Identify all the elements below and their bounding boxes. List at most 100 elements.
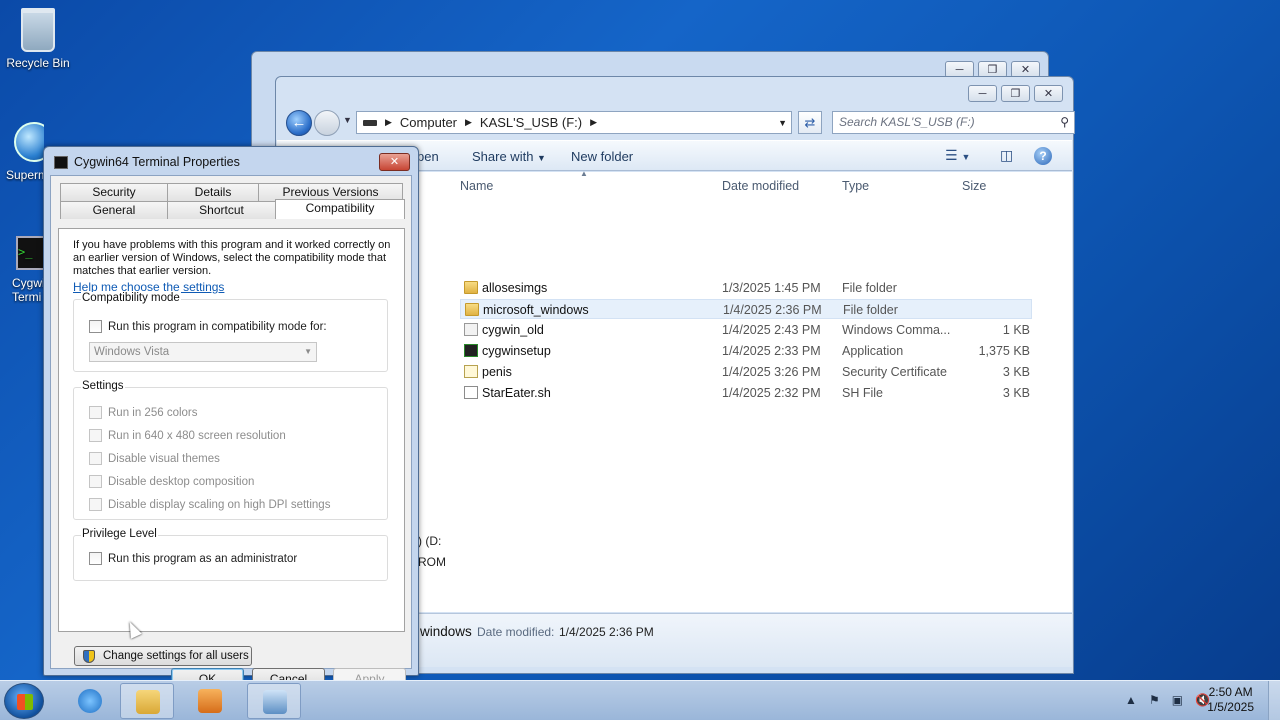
- run-as-admin-checkbox[interactable]: Run this program as an administrator: [89, 552, 297, 565]
- help-icon[interactable]: ?: [1034, 147, 1052, 165]
- tab-details[interactable]: Details: [167, 183, 259, 201]
- preview-pane-icon[interactable]: ◫: [1000, 147, 1013, 164]
- maximize-icon[interactable]: ❐: [1001, 85, 1030, 102]
- compatibility-mode-checkbox[interactable]: Run this program in compatibility mode f…: [89, 320, 327, 333]
- checkbox-icon: [89, 498, 102, 511]
- refresh-icon[interactable]: ⇄: [798, 111, 822, 134]
- checkbox-icon: [89, 452, 102, 465]
- checkbox-label: Run in 256 colors: [108, 406, 198, 419]
- file-row[interactable]: penis 1/4/2025 3:26 PM Security Certific…: [460, 362, 1032, 382]
- select-value: Windows Vista: [94, 346, 170, 358]
- setting-checkbox-visual-themes[interactable]: Disable visual themes: [89, 452, 220, 465]
- file-size: 1 KB: [1002, 323, 1030, 337]
- new-folder-button[interactable]: New folder: [571, 149, 633, 164]
- breadcrumb-computer[interactable]: Computer: [400, 115, 457, 130]
- checkbox-label: Disable visual themes: [108, 452, 220, 465]
- properties-dialog[interactable]: Cygwin64 Terminal Properties ✕ Security …: [43, 146, 419, 690]
- taskbar-media-player[interactable]: [183, 683, 237, 719]
- forward-arrow-icon[interactable]: [314, 110, 340, 136]
- file-row[interactable]: allosesimgs 1/3/2025 1:45 PM File folder: [460, 278, 1032, 298]
- dialog-title: Cygwin64 Terminal Properties: [74, 155, 240, 169]
- minimize-icon[interactable]: ─: [968, 85, 997, 102]
- tab-security[interactable]: Security: [60, 183, 168, 201]
- close-icon[interactable]: ✕: [379, 153, 410, 171]
- start-button[interactable]: [4, 683, 44, 719]
- show-desktop-button[interactable]: [1268, 681, 1280, 720]
- details-value: 1/4/2025 2:36 PM: [559, 625, 654, 639]
- terminal-icon: >_: [16, 236, 44, 270]
- system-tray: ▲ ⚑ ▣ 🔇: [1125, 693, 1210, 707]
- tab-general[interactable]: General: [60, 201, 168, 219]
- recycle-bin-icon: [21, 8, 55, 52]
- address-bar[interactable]: ▶ Computer ▶ KASL'S_USB (F:) ▶ ▼: [356, 111, 792, 134]
- tab-compatibility[interactable]: Compatibility: [275, 199, 405, 219]
- share-with-label: Share with: [472, 149, 534, 164]
- file-type: File folder: [843, 303, 898, 317]
- file-size: 3 KB: [1002, 365, 1030, 379]
- action-center-flag-icon[interactable]: ⚑: [1149, 693, 1160, 707]
- nav-pane-item-rom[interactable]: ROM: [418, 555, 446, 569]
- desktop-icon-cygwin[interactable]: >_ Cygwi Termi: [0, 236, 44, 304]
- file-row[interactable]: cygwinsetup 1/4/2025 2:33 PM Application…: [460, 341, 1032, 361]
- internet-explorer-icon: [78, 689, 102, 713]
- address-row: ← ▼ ▶ Computer ▶ KASL'S_USB (F:) ▶ ▼ ⇄ S…: [284, 109, 1075, 136]
- column-header-name[interactable]: Name: [460, 179, 493, 193]
- sort-ascending-icon: ▲: [580, 169, 588, 178]
- file-type: Windows Comma...: [842, 323, 951, 337]
- back-arrow-icon[interactable]: ←: [286, 110, 312, 136]
- checkbox-label: Disable desktop composition: [108, 475, 255, 488]
- recent-pages-dropdown-icon[interactable]: ▼: [343, 115, 352, 125]
- certificate-icon: [464, 365, 478, 378]
- change-settings-all-users-button[interactable]: Change settings for all users: [74, 646, 252, 666]
- share-with-button[interactable]: Share with ▼: [472, 149, 546, 164]
- open-button[interactable]: pen: [417, 149, 439, 164]
- address-dropdown-icon[interactable]: ▼: [778, 118, 787, 128]
- nav-pane-item-drive[interactable]: ) (D:: [418, 534, 441, 548]
- view-options-icon[interactable]: ☰ ▼: [945, 147, 970, 164]
- breadcrumb-separator-icon[interactable]: ▶: [590, 117, 597, 128]
- properties-window-icon: [263, 690, 287, 714]
- taskbar-clock[interactable]: 2:50 AM 1/5/2025: [1207, 685, 1254, 715]
- column-header-date[interactable]: Date modified: [722, 179, 799, 193]
- network-icon[interactable]: ▣: [1172, 693, 1183, 707]
- file-icon: [464, 386, 478, 399]
- file-row[interactable]: StarEater.sh 1/4/2025 2:32 PM SH File 3 …: [460, 383, 1032, 403]
- windows-logo-icon: [17, 694, 33, 710]
- desktop-icon-superm[interactable]: Superm: [0, 122, 44, 182]
- file-row-selected[interactable]: microsoft_windows 1/4/2025 2:36 PM File …: [460, 299, 1032, 319]
- file-name: cygwinsetup: [482, 344, 551, 358]
- breadcrumb-separator-icon[interactable]: ▶: [385, 117, 392, 128]
- taskbar-control-panel[interactable]: [247, 683, 301, 719]
- chevron-down-icon: ▼: [537, 153, 546, 163]
- desktop-icon-label: Cygwi: [12, 276, 44, 290]
- show-hidden-icons-icon[interactable]: ▲: [1125, 693, 1137, 707]
- uac-shield-icon: [83, 650, 95, 663]
- file-date: 1/3/2025 1:45 PM: [722, 281, 821, 295]
- window-caption-buttons: ─ ❐ ✕: [968, 85, 1063, 102]
- column-header-size[interactable]: Size: [962, 179, 986, 193]
- desktop-icon-recycle-bin[interactable]: Recycle Bin: [0, 8, 76, 70]
- setting-checkbox-dpi-scaling[interactable]: Disable display scaling on high DPI sett…: [89, 498, 330, 511]
- compatibility-os-select[interactable]: Windows Vista ▼: [89, 342, 317, 362]
- group-label: Privilege Level: [81, 528, 158, 540]
- file-size: 3 KB: [1002, 386, 1030, 400]
- file-row[interactable]: cygwin_old 1/4/2025 2:43 PM Windows Comm…: [460, 320, 1032, 340]
- column-header-type[interactable]: Type: [842, 179, 869, 193]
- taskbar-windows-explorer[interactable]: [120, 683, 174, 719]
- setting-checkbox-256-colors[interactable]: Run in 256 colors: [89, 406, 198, 419]
- details-item-name: windows: [420, 624, 472, 639]
- breadcrumb-drive[interactable]: KASL'S_USB (F:): [480, 115, 582, 130]
- checkbox-label: Run this program in compatibility mode f…: [108, 320, 327, 333]
- taskbar-internet-explorer[interactable]: [63, 683, 117, 719]
- desktop-icon-label: Superm: [6, 168, 44, 182]
- breadcrumb-separator-icon[interactable]: ▶: [465, 117, 472, 128]
- setting-checkbox-640x480[interactable]: Run in 640 x 480 screen resolution: [89, 429, 286, 442]
- setting-checkbox-desktop-composition[interactable]: Disable desktop composition: [89, 475, 254, 488]
- search-input[interactable]: Search KASL'S_USB (F:) ⚲: [832, 111, 1075, 134]
- close-icon[interactable]: ✕: [1034, 85, 1063, 102]
- file-type: Security Certificate: [842, 365, 947, 379]
- tab-shortcut[interactable]: Shortcut: [167, 201, 276, 219]
- file-type: File folder: [842, 281, 897, 295]
- folder-icon: [465, 303, 479, 316]
- app-icon: [464, 344, 478, 357]
